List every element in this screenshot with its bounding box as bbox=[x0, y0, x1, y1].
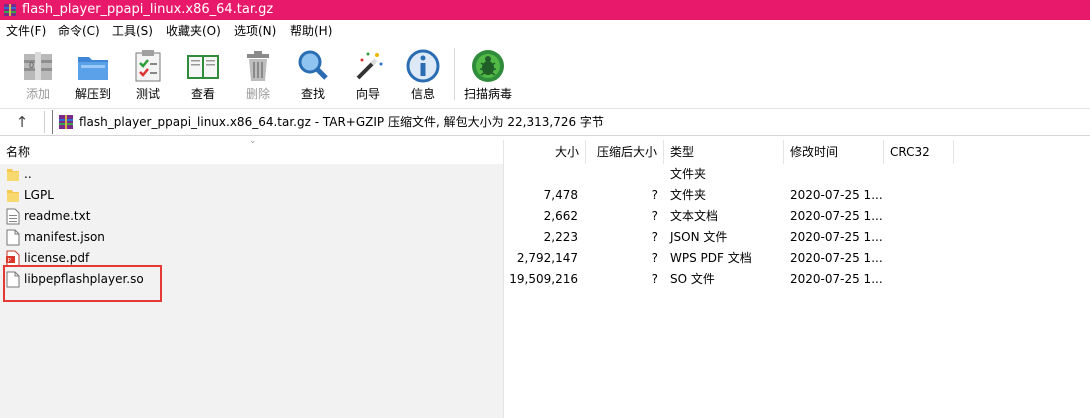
file-type: JSON 文件 bbox=[670, 230, 728, 244]
file-type: SO 文件 bbox=[670, 272, 715, 286]
table-row[interactable]: P license.pdf 2,792,147 ? WPS PDF 文档 202… bbox=[0, 248, 1090, 269]
blank-file-icon bbox=[6, 229, 20, 246]
menu-options[interactable]: 选项(N) bbox=[234, 20, 276, 42]
toolbar: 0 添加 解压到 测试 查看 删除 查找 向导 信息 扫描病毒 bbox=[0, 42, 1090, 109]
file-name: readme.txt bbox=[24, 209, 91, 223]
file-type: 文件夹 bbox=[670, 167, 707, 181]
file-modified: 2020-07-25 1... bbox=[790, 209, 883, 223]
file-packed: ? bbox=[651, 188, 658, 202]
table-row[interactable]: LGPL 7,478 ? 文件夹 2020-07-25 1... bbox=[0, 185, 1090, 206]
file-size bbox=[504, 164, 578, 185]
extract-to-label: 解压到 bbox=[74, 87, 111, 101]
file-size: 7,478 bbox=[543, 188, 578, 202]
file-size: 19,509,216 bbox=[509, 272, 578, 286]
info-label: 信息 bbox=[410, 87, 435, 101]
file-packed: ? bbox=[651, 230, 658, 244]
path-field[interactable]: flash_player_ppapi_linux.x86_64.tar.gz -… bbox=[52, 110, 1090, 134]
column-header-size[interactable]: 大小 bbox=[504, 140, 586, 164]
file-packed bbox=[586, 164, 658, 185]
menu-favorites[interactable]: 收藏夹(O) bbox=[166, 20, 221, 42]
column-header-name[interactable]: 名称 ⌄ bbox=[0, 136, 504, 164]
delete-label: 删除 bbox=[245, 87, 270, 101]
table-row[interactable]: libpepflashplayer.so 19,509,216 ? SO 文件 … bbox=[0, 269, 1090, 290]
find-label: 查找 bbox=[300, 87, 325, 101]
file-size: 2,662 bbox=[543, 209, 578, 223]
virus-scan-button[interactable]: 扫描病毒 bbox=[460, 46, 516, 104]
menu-file[interactable]: 文件(F) bbox=[6, 20, 46, 42]
sort-chevron-icon: ⌄ bbox=[249, 136, 257, 146]
file-size: 2,223 bbox=[543, 230, 578, 244]
path-text: flash_player_ppapi_linux.x86_64.tar.gz -… bbox=[79, 115, 604, 129]
wizard-button[interactable]: 向导 bbox=[340, 46, 396, 104]
delete-button[interactable]: 删除 bbox=[230, 46, 286, 104]
file-name: LGPL bbox=[24, 188, 54, 202]
extract-folder-icon bbox=[78, 57, 108, 80]
toolbar-separator bbox=[454, 48, 455, 100]
archive-icon bbox=[59, 115, 73, 129]
svg-text:0: 0 bbox=[29, 61, 34, 70]
file-packed: ? bbox=[651, 251, 658, 265]
file-packed: ? bbox=[651, 272, 658, 286]
table-row[interactable]: .. 文件夹 bbox=[0, 164, 1090, 185]
menu-tools[interactable]: 工具(S) bbox=[112, 20, 153, 42]
highlight-box bbox=[3, 265, 162, 302]
table-row[interactable]: readme.txt 2,662 ? 文本文档 2020-07-25 1... bbox=[0, 206, 1090, 227]
file-type: 文件夹 bbox=[670, 188, 707, 202]
file-modified: 2020-07-25 1... bbox=[790, 251, 883, 265]
file-name: manifest.json bbox=[24, 230, 105, 244]
menu-bar: 文件(F) 命令(C) 工具(S) 收藏夹(O) 选项(N) 帮助(H) bbox=[0, 20, 1090, 42]
test-label: 测试 bbox=[135, 87, 160, 101]
extract-to-button[interactable]: 解压到 bbox=[65, 46, 121, 104]
title-bar: flash_player_ppapi_linux.x86_64.tar.gz bbox=[0, 0, 1090, 20]
menu-command[interactable]: 命令(C) bbox=[58, 20, 100, 42]
file-size: 2,792,147 bbox=[516, 251, 578, 265]
test-button[interactable]: 测试 bbox=[120, 46, 176, 104]
window-title: flash_player_ppapi_linux.x86_64.tar.gz bbox=[22, 2, 274, 17]
virus-scan-label: 扫描病毒 bbox=[463, 87, 512, 101]
column-header-name-label: 名称 bbox=[6, 145, 31, 159]
address-separator bbox=[44, 111, 45, 133]
file-type: WPS PDF 文档 bbox=[670, 251, 752, 265]
add-button[interactable]: 0 添加 bbox=[10, 46, 66, 104]
test-clipboard-icon bbox=[135, 50, 161, 82]
table-row[interactable]: manifest.json 2,223 ? JSON 文件 2020-07-25… bbox=[0, 227, 1090, 248]
view-book-icon bbox=[187, 55, 219, 79]
file-packed: ? bbox=[651, 209, 658, 223]
view-button[interactable]: 查看 bbox=[175, 46, 231, 104]
file-name: .. bbox=[24, 167, 32, 181]
magic-wand-icon bbox=[356, 52, 383, 80]
virus-scan-icon bbox=[472, 50, 504, 82]
add-label: 添加 bbox=[25, 87, 50, 101]
file-type: 文本文档 bbox=[670, 209, 719, 223]
text-file-icon bbox=[6, 208, 20, 225]
menu-help[interactable]: 帮助(H) bbox=[290, 20, 332, 42]
address-bar: ↑ flash_player_ppapi_linux.x86_64.tar.gz… bbox=[0, 109, 1090, 136]
info-button[interactable]: 信息 bbox=[395, 46, 451, 104]
file-list: 名称 ⌄ 大小 压缩后大小 类型 修改时间 CRC32 .. 文件夹 LGPL … bbox=[0, 136, 1090, 418]
column-header-crc[interactable]: CRC32 bbox=[884, 140, 954, 164]
wizard-label: 向导 bbox=[355, 87, 380, 101]
winrar-icon bbox=[4, 4, 16, 16]
file-modified: 2020-07-25 1... bbox=[790, 188, 883, 202]
folder-icon bbox=[7, 169, 19, 181]
column-header-modified[interactable]: 修改时间 bbox=[784, 140, 884, 164]
column-header-packed[interactable]: 压缩后大小 bbox=[586, 140, 664, 164]
trash-can-icon bbox=[247, 51, 269, 81]
magnifier-icon bbox=[298, 50, 328, 80]
add-archive-icon: 0 bbox=[24, 52, 52, 80]
up-arrow-icon[interactable]: ↑ bbox=[12, 112, 32, 132]
file-modified: 2020-07-25 1... bbox=[790, 272, 883, 286]
view-label: 查看 bbox=[190, 87, 215, 101]
file-modified: 2020-07-25 1... bbox=[790, 230, 883, 244]
info-icon bbox=[406, 49, 440, 83]
folder-icon bbox=[7, 190, 19, 202]
column-header-type[interactable]: 类型 bbox=[664, 140, 784, 164]
find-button[interactable]: 查找 bbox=[285, 46, 341, 104]
